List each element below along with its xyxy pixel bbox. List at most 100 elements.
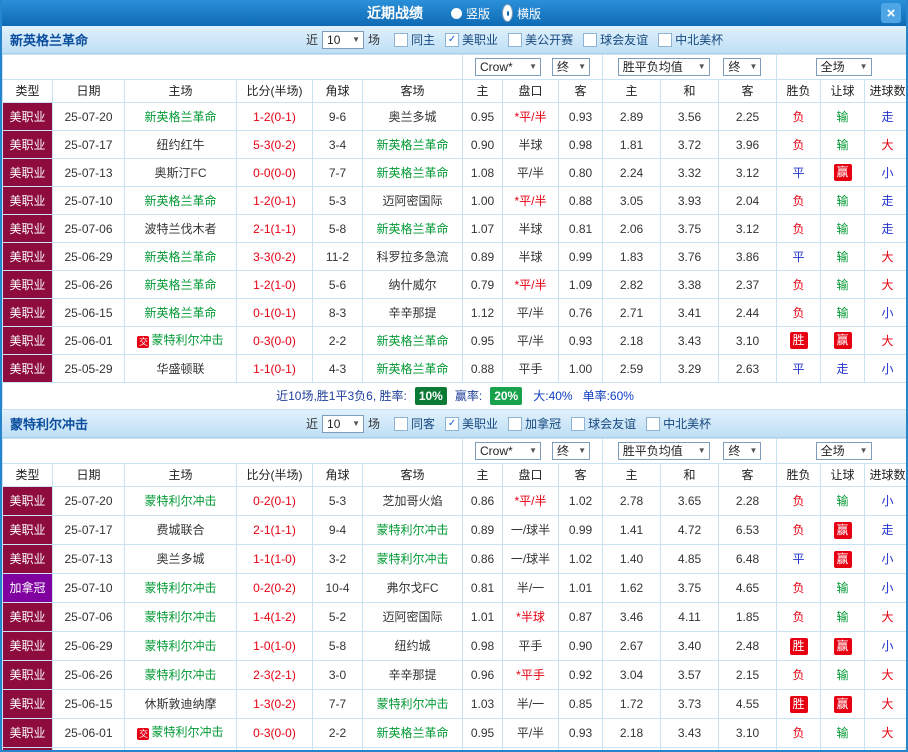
close-button[interactable]: × <box>881 3 901 23</box>
handicap-result-cell: 输 <box>820 573 866 603</box>
odds-period-select[interactable]: 终 ▼ <box>552 442 590 460</box>
odds-away-cell: 0.76 <box>557 298 604 327</box>
date-cell: 25-05-29 <box>52 354 125 383</box>
scope-select[interactable]: 全场 ▼ <box>815 58 872 76</box>
goals-result-cell: 大 <box>864 326 906 355</box>
match-row: 美职业 25-07-13 奥斯汀FC 0-0(0-0) 7-7 新英格兰革命 1.08 平/半… <box>2 158 906 187</box>
away-team-cell: 新英格兰革命 <box>362 326 463 355</box>
layout-radio-horizontal[interactable] <box>502 4 513 22</box>
odds-source-select-value: Crow* <box>480 60 513 74</box>
filter-checkbox[interactable] <box>394 32 409 47</box>
filter-checkbox[interactable] <box>658 32 673 47</box>
handicap-result-cell-value: 赢 <box>833 521 852 539</box>
avg-draw-cell: 3.75 <box>660 214 720 243</box>
goals-result-cell-value: 大 <box>881 697 894 711</box>
odds-dropdown-cell: Crow* ▼ 终 ▼ <box>461 54 604 80</box>
score-cell: 1-0(1-0) <box>236 631 313 661</box>
handicap-result-cell: 赢 <box>820 689 866 719</box>
radio-dot-icon <box>507 10 509 16</box>
odds-home-cell: 0.86 <box>462 544 503 574</box>
scope-select[interactable]: 全场 ▼ <box>815 442 872 460</box>
away-team-name: 新英格兰革命 <box>376 221 449 236</box>
column-header: 让球 <box>820 79 866 103</box>
odds-away-cell: 1.09 <box>557 270 604 299</box>
avg-period-select[interactable]: 终 ▼ <box>723 442 762 460</box>
column-header: 进球数 <box>864 463 906 487</box>
avg-period-select[interactable]: 终 ▼ <box>723 58 762 76</box>
avg-draw-cell: 3.38 <box>660 270 720 299</box>
date-cell: 25-07-10 <box>52 573 125 603</box>
h2h-icon: 交 <box>137 335 150 348</box>
goals-result-cell: 小 <box>864 298 906 327</box>
avg-source-select[interactable]: 胜平负均值 ▼ <box>617 58 710 76</box>
filter-checkbox[interactable] <box>571 416 586 431</box>
score-cell: 0-0(0-0) <box>236 158 313 187</box>
avg-away-cell: 3.96 <box>718 130 778 159</box>
handicap-result-cell-value: 输 <box>836 726 849 740</box>
odds-away-cell: 1.00 <box>557 747 604 750</box>
filter-label: 美公开赛 <box>525 33 574 47</box>
date-cell: 25-06-29 <box>52 631 125 661</box>
filter-label: 美职业 <box>462 417 499 431</box>
column-header: 主场 <box>124 79 237 103</box>
avg-away-cell: 2.04 <box>718 186 778 215</box>
odds-home-cell: 0.86 <box>462 486 503 516</box>
over-rate-text: 大:40% <box>533 389 573 403</box>
handicap-result-cell: 走 <box>820 354 866 383</box>
goals-result-cell: 小 <box>864 631 906 661</box>
score-cell: 0-2(0-2) <box>236 573 313 603</box>
avg-source-select[interactable]: 胜平负均值 ▼ <box>617 442 710 460</box>
filter-label: 同主 <box>411 33 436 47</box>
date-cell: 25-07-17 <box>52 515 125 545</box>
filter-checkbox[interactable] <box>394 416 409 431</box>
date-cell: 25-06-01 <box>52 718 125 748</box>
goals-result-cell-value: 大 <box>881 137 894 152</box>
filter-label: 中北美杯 <box>663 417 712 431</box>
league-cell: 加拿冠 <box>2 573 53 603</box>
away-team-name: 弗尔戈FC <box>386 581 439 595</box>
avg-draw-cell: 3.76 <box>660 242 720 271</box>
recent-count-select[interactable]: 10 ▼ <box>322 414 365 433</box>
corners-cell: 0-2 <box>312 747 363 750</box>
filter-checkbox[interactable]: ✓ <box>445 32 460 47</box>
filter-checkbox[interactable]: ✓ <box>445 416 460 431</box>
recent-count-select-value: 10 <box>327 32 341 47</box>
score-cell: 1-1(0-1) <box>236 354 313 383</box>
avg-draw-cell: 3.40 <box>660 631 720 661</box>
column-header: 类型 <box>2 79 53 103</box>
away-team-name: 纳什威尔 <box>388 277 437 292</box>
odds-away-cell: 0.80 <box>557 158 604 187</box>
filter-checkbox[interactable] <box>508 32 523 47</box>
home-team-cell: 新英格兰革命 <box>124 242 237 271</box>
outcome-cell-value: 负 <box>792 193 805 208</box>
away-team-cell: 芝加哥火焰 <box>362 486 463 516</box>
league-cell: 美职业 <box>2 515 53 545</box>
filter-checkbox[interactable] <box>508 416 523 431</box>
filter-checkbox[interactable] <box>646 416 661 431</box>
chevron-down-icon: ▼ <box>578 446 586 455</box>
away-team-cell: 蒙特利尔冲击 <box>362 689 463 719</box>
layout-radio-vertical[interactable] <box>450 7 462 19</box>
outcome-cell: 负 <box>776 718 822 748</box>
odds-source-select[interactable]: Crow* ▼ <box>475 442 541 460</box>
odds-away-cell: 0.93 <box>557 102 604 131</box>
away-team-name: 迈阿密国际 <box>382 193 443 208</box>
handicap-cell: 半/一 <box>502 689 559 719</box>
recent-suffix-label: 场 <box>368 417 381 431</box>
filter-checkbox[interactable] <box>583 32 598 47</box>
outcome-cell-value: 负 <box>792 726 805 740</box>
odds-period-select[interactable]: 终 ▼ <box>552 58 590 76</box>
avg-home-cell: 1.38 <box>602 747 662 750</box>
radio-label: 横版 <box>517 6 542 21</box>
column-header: 主 <box>462 463 503 487</box>
score-cell: 0-3(0-0) <box>236 718 313 748</box>
odds-source-select[interactable]: Crow* ▼ <box>475 58 541 76</box>
recent-count-select[interactable]: 10 ▼ <box>322 30 365 49</box>
away-team-cell: 蒙特利尔冲击 <box>362 544 463 574</box>
home-team-name: 蒙特利尔冲击 <box>144 668 217 682</box>
handicap-result-cell-value: 赢 <box>833 164 852 181</box>
outcome-cell: 负 <box>776 486 822 516</box>
goals-result-cell: 走 <box>864 186 906 215</box>
date-cell: 25-07-13 <box>52 544 125 574</box>
away-team-name: 新英格兰革命 <box>376 361 449 376</box>
